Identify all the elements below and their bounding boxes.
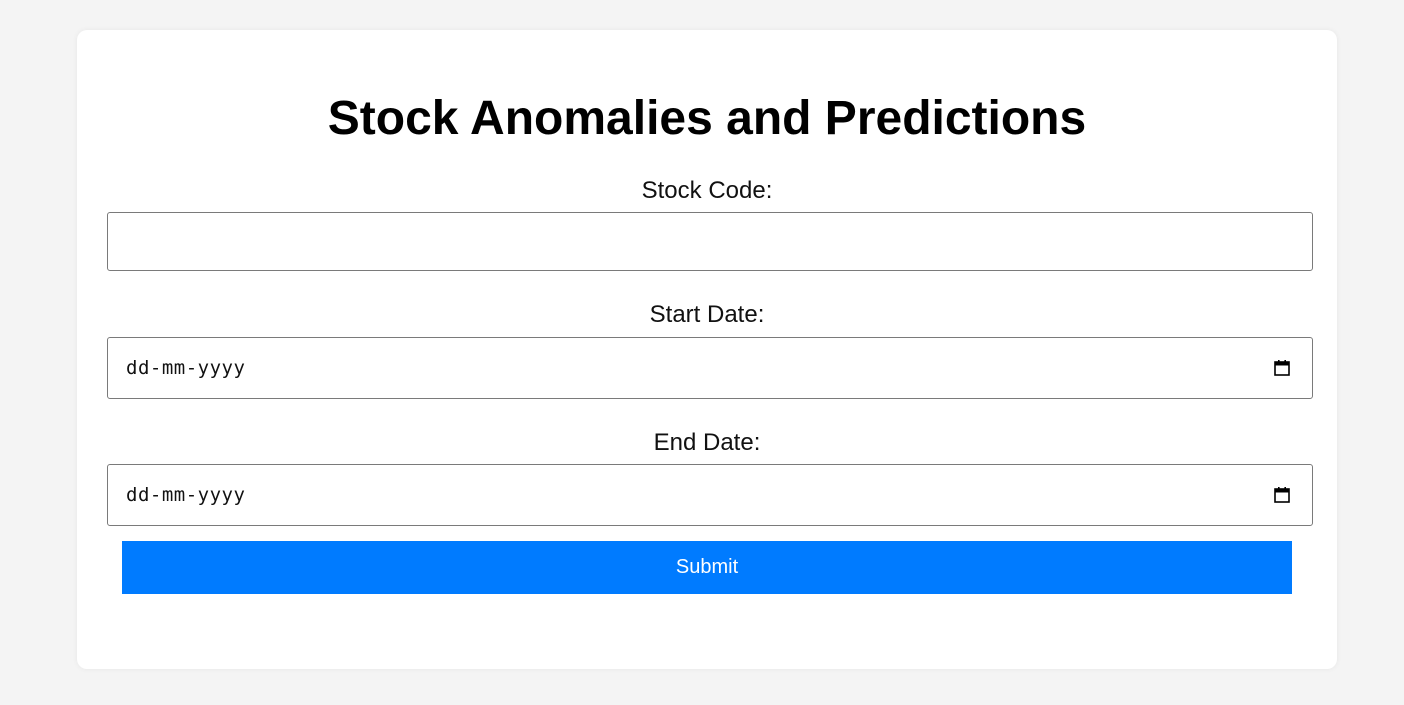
start-date-label: Start Date: <box>649 301 765 328</box>
calendar-icon[interactable] <box>1274 360 1290 377</box>
end-date-input[interactable]: dd-mm-yyyy <box>107 464 1313 526</box>
start-date-input[interactable]: dd-mm-yyyy <box>107 337 1313 399</box>
stock-code-label: Stock Code: <box>641 177 773 204</box>
form-card: Stock Anomalies and Predictions Stock Co… <box>77 30 1337 669</box>
stock-code-field[interactable] <box>107 212 1313 271</box>
submit-button[interactable]: Submit <box>122 541 1292 594</box>
page-title: Stock Anomalies and Predictions <box>327 92 1087 145</box>
end-date-label: End Date: <box>653 429 761 456</box>
end-date-placeholder: dd-mm-yyyy <box>126 484 246 506</box>
start-date-placeholder: dd-mm-yyyy <box>126 357 246 379</box>
calendar-icon[interactable] <box>1274 487 1290 504</box>
stock-code-input[interactable] <box>108 213 1312 270</box>
